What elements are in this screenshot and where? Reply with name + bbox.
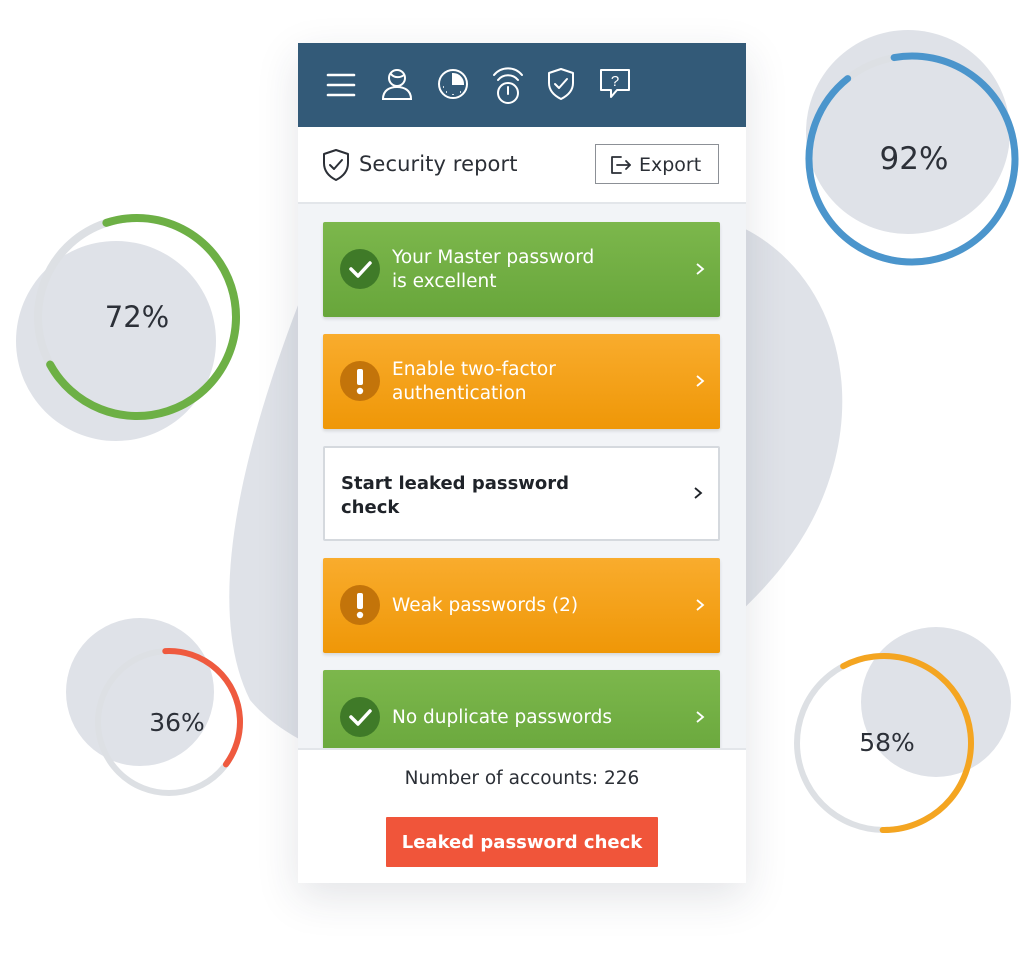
chevron-right-icon (695, 598, 705, 617)
check-icon (340, 249, 380, 289)
report-footer: Number of accounts: 226 Leaked password … (298, 748, 746, 883)
remote-access-icon[interactable] (491, 66, 525, 111)
warning-icon (340, 361, 380, 401)
progress-ring-92: 92% (804, 30, 1020, 266)
report-header: Security report Export (298, 127, 746, 204)
progress-ring-36: 36% (66, 618, 247, 798)
card-label: Weak passwords (2) (392, 594, 579, 616)
help-icon[interactable]: ? (598, 66, 632, 107)
card-weak-passwords[interactable]: Weak passwords (2) (323, 558, 720, 653)
progress-ring-72: 72% (16, 214, 241, 443)
export-label: Export (639, 154, 702, 176)
chevron-right-icon (693, 486, 703, 505)
svg-text:?: ? (611, 73, 619, 90)
user-icon[interactable] (380, 66, 414, 107)
menu-icon[interactable] (326, 72, 356, 103)
chevron-right-icon (695, 374, 705, 393)
ring-value: 58% (859, 727, 915, 757)
card-leaked-check[interactable]: Start leaked password check (323, 446, 720, 541)
card-two-factor[interactable]: Enable two-factor authentication (323, 334, 720, 429)
top-toolbar: ? (298, 43, 746, 127)
check-icon (340, 697, 380, 737)
ring-value: 36% (149, 707, 205, 737)
shield-check-icon (322, 148, 352, 187)
security-shield-icon[interactable] (546, 66, 576, 107)
card-master-password[interactable]: Your Master password is excellent (323, 222, 720, 317)
chevron-right-icon (695, 710, 705, 729)
export-button[interactable]: Export (595, 144, 719, 184)
progress-ring-58: 58% (792, 627, 1012, 834)
card-label: Your Master password is excellent (392, 246, 595, 292)
warning-icon (340, 585, 380, 625)
dashboard-icon[interactable] (436, 66, 470, 107)
card-label: Start leaked password check (341, 472, 570, 518)
card-label: Enable two-factor authentication (392, 358, 556, 404)
ring-value: 92% (879, 141, 949, 177)
accounts-count: Number of accounts: 226 (404, 768, 640, 789)
leaked-password-check-button[interactable]: Leaked password check (386, 817, 658, 867)
ring-value: 72% (104, 300, 170, 334)
page-title: Security report (359, 152, 518, 176)
app-window: ? Security report Export Your Master pas… (298, 43, 746, 883)
export-icon (609, 154, 633, 181)
chevron-right-icon (695, 262, 705, 281)
